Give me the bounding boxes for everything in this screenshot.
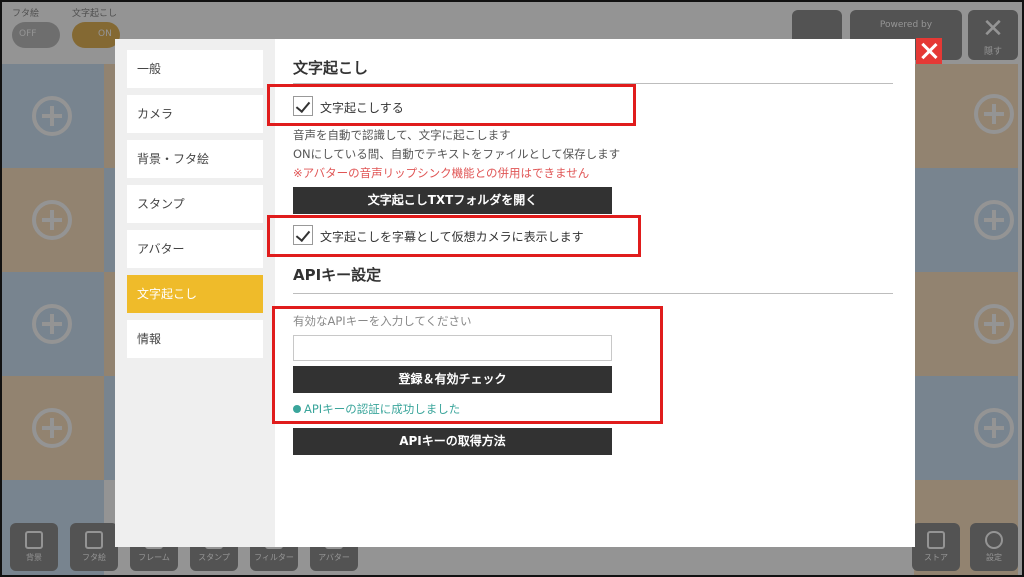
section-title-api: APIキー設定 — [293, 266, 382, 284]
open-folder-button[interactable]: 文字起こしTXTフォルダを開く — [293, 187, 612, 214]
sidebar-item-info[interactable]: 情報 — [127, 320, 263, 358]
settings-sidebar: 一般 カメラ 背景・フタ絵 スタンプ アバター 文字起こし 情報 — [115, 39, 275, 547]
divider — [293, 293, 893, 294]
highlight-box — [267, 84, 636, 126]
sidebar-item-camera[interactable]: カメラ — [127, 95, 263, 133]
sidebar-item-stamp[interactable]: スタンプ — [127, 185, 263, 223]
sidebar-item-background[interactable]: 背景・フタ絵 — [127, 140, 263, 178]
api-howto-button[interactable]: APIキーの取得方法 — [293, 428, 612, 455]
sidebar-item-avatar[interactable]: アバター — [127, 230, 263, 268]
app-window: フタ絵 OFF 文字起こし ON Powered by ✕ 隠す 背景 フタ絵 … — [0, 0, 1024, 577]
sidebar-item-transcription[interactable]: 文字起こし — [127, 275, 263, 313]
warning-text: ※アバターの音声リップシンク機能との併用はできません — [293, 166, 590, 180]
description-line: ONにしている間、自動でテキストをファイルとして保存します — [293, 147, 621, 161]
description-line: 音声を自動で認識して、文字に起こします — [293, 128, 511, 142]
close-dialog-button[interactable] — [916, 38, 942, 64]
highlight-box — [272, 306, 663, 424]
section-title-transcription: 文字起こし — [293, 59, 369, 77]
sidebar-item-general[interactable]: 一般 — [127, 50, 263, 88]
highlight-box — [267, 215, 641, 257]
